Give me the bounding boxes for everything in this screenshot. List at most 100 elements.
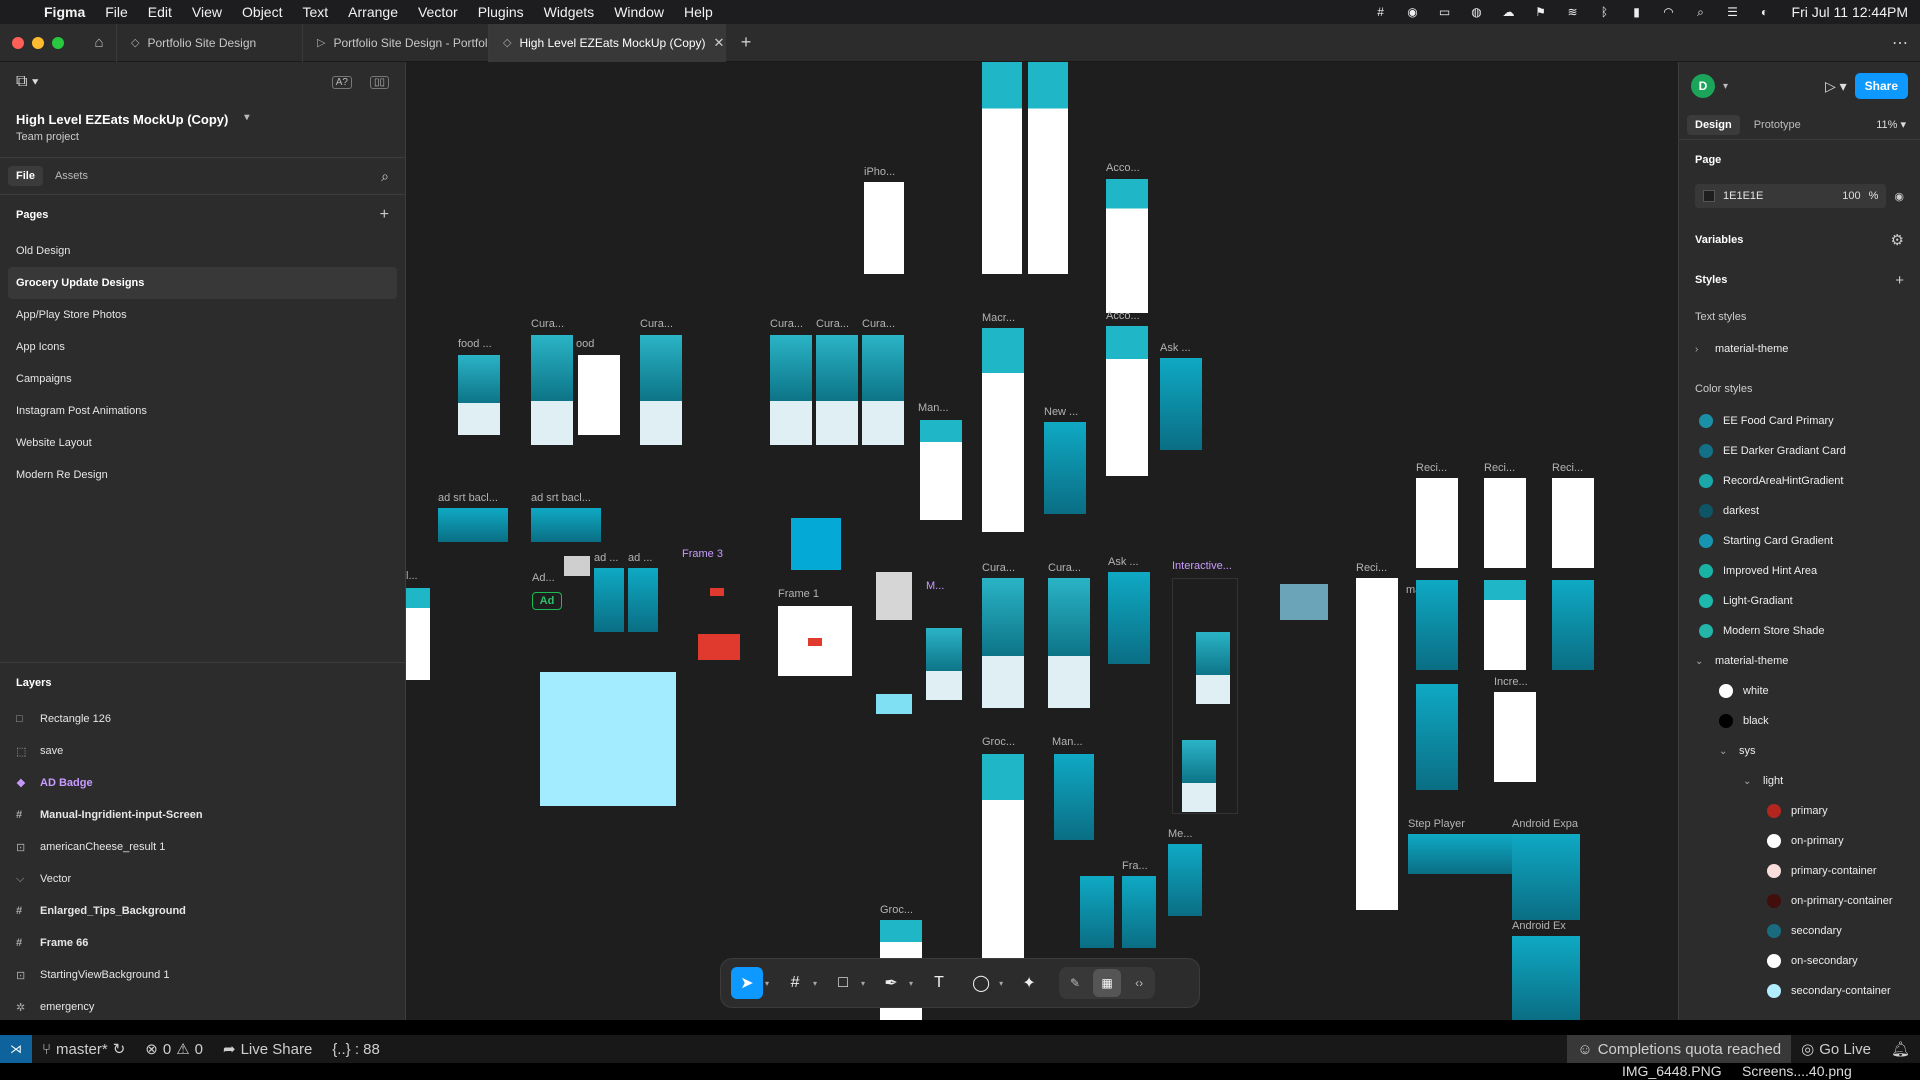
menu-text[interactable]: Text — [292, 4, 338, 20]
color-style-item[interactable]: primary-container — [1679, 856, 1920, 886]
frame-label[interactable]: Cura... — [531, 318, 564, 330]
menu-file[interactable]: File — [95, 4, 138, 20]
color-style-item[interactable]: on-secondary — [1679, 946, 1920, 976]
ad-badge[interactable]: Ad — [532, 592, 562, 610]
color-style-folder[interactable]: ⌄ sys — [1679, 736, 1920, 766]
color-style-item[interactable]: on-primary-container — [1679, 886, 1920, 916]
frame[interactable] — [1168, 844, 1202, 916]
menu-edit[interactable]: Edit — [138, 4, 182, 20]
bluetooth-icon[interactable]: ᛒ — [1596, 5, 1614, 19]
phone-frame[interactable] — [640, 335, 682, 445]
phone-frame[interactable] — [1484, 478, 1526, 568]
branch-status[interactable]: ⑂ master* ↻ — [32, 1040, 135, 1059]
actions-tool-icon[interactable]: ✦ — [1013, 967, 1045, 999]
frame-label[interactable]: Frame 1 — [778, 588, 819, 600]
layer-item[interactable]: # Frame 66 — [0, 927, 405, 959]
avatar[interactable]: D — [1691, 74, 1715, 98]
rectangle[interactable] — [698, 634, 740, 660]
frame-label[interactable]: Incre... — [1494, 676, 1528, 688]
page-item[interactable]: App Icons — [8, 331, 397, 363]
menu-widgets[interactable]: Widgets — [534, 4, 605, 20]
rectangle[interactable] — [710, 588, 724, 596]
layer-item[interactable]: ⬚ save — [0, 735, 405, 767]
page-item[interactable]: Old Design — [8, 235, 397, 267]
dev-mode-icon[interactable]: ‹› — [1125, 969, 1153, 997]
layer-item[interactable]: ✲ emergency — [0, 991, 405, 1023]
frame-label[interactable]: Cura... — [770, 318, 803, 330]
eye-icon[interactable]: ◉ — [1894, 190, 1904, 203]
design-mode-icon[interactable]: ▦ — [1093, 969, 1122, 997]
tab-assets[interactable]: Assets — [47, 166, 96, 186]
phone-frame[interactable] — [1416, 580, 1458, 670]
frame-label[interactable]: Reci... — [1484, 462, 1515, 474]
color-style-item[interactable]: Improved Hint Area — [1679, 556, 1920, 586]
phone-frame[interactable] — [1416, 478, 1458, 568]
phone-frame[interactable] — [864, 182, 904, 274]
frame-label[interactable]: l... — [406, 570, 418, 582]
present-icon[interactable]: ▷ ▾ — [1825, 78, 1847, 95]
record-icon[interactable]: ◉ — [1404, 5, 1422, 19]
phone-frame[interactable] — [816, 335, 858, 445]
menu-clock[interactable]: Fri Jul 11 12:44PM — [1788, 4, 1908, 20]
frame-label[interactable]: Groc... — [880, 904, 913, 916]
frame-label[interactable]: Cura... — [982, 562, 1015, 574]
color-style-item[interactable]: primary — [1679, 796, 1920, 826]
chevron-down-icon[interactable]: ▾ — [909, 979, 913, 988]
remote-icon[interactable]: ⋊ — [0, 1035, 32, 1063]
close-window-button[interactable] — [12, 36, 24, 49]
braces-status[interactable]: {..} : 88 — [322, 1041, 390, 1058]
frame-label[interactable]: Fra... — [1122, 860, 1148, 872]
problems-status[interactable]: ⊗ 0 ⚠ 0 — [135, 1040, 213, 1059]
frame-label[interactable]: Ask ... — [1160, 342, 1191, 354]
layer-item[interactable]: ⊡ americanCheese_result 1 — [0, 831, 405, 863]
frame-label[interactable]: Android Ex — [1512, 920, 1566, 932]
frame-label[interactable]: ood — [576, 338, 594, 350]
phone-frame[interactable] — [926, 628, 962, 700]
phone-frame[interactable] — [920, 420, 962, 520]
menu-plugins[interactable]: Plugins — [468, 4, 534, 20]
phone-frame[interactable] — [1106, 326, 1148, 476]
color-style-item[interactable]: Starting Card Gradient — [1679, 526, 1920, 556]
frame-label[interactable]: Cura... — [862, 318, 895, 330]
frame[interactable] — [1122, 876, 1156, 948]
frame[interactable] — [1512, 834, 1580, 920]
component-label[interactable]: M... — [926, 580, 944, 592]
frame-label[interactable]: Me... — [1168, 828, 1192, 840]
close-tab-icon[interactable]: ✕ — [714, 35, 725, 51]
live-share-button[interactable]: ➦ Live Share — [213, 1040, 322, 1059]
page-color-value[interactable]: 1E1E1E — [1723, 190, 1763, 202]
bell-icon[interactable]: 🔔︎ — [1881, 1040, 1920, 1058]
project-title[interactable]: High Level EZEats MockUp (Copy) ▾ — [0, 102, 405, 127]
color-style-folder[interactable]: ⌄ light — [1679, 766, 1920, 796]
page-item[interactable]: Instagram Post Animations — [8, 395, 397, 427]
phone-frame[interactable] — [1416, 684, 1458, 790]
layer-item[interactable]: ⊡ StartingViewBackground 1 — [0, 959, 405, 991]
phone-frame[interactable] — [982, 328, 1024, 532]
frame-label[interactable]: Cura... — [816, 318, 849, 330]
menu-app[interactable]: Figma — [34, 4, 95, 20]
phone-frame[interactable] — [1196, 632, 1230, 704]
page-item[interactable]: Website Layout — [8, 427, 397, 459]
desktop-file-label[interactable]: Screens....40.png — [1742, 1063, 1852, 1079]
frame-label[interactable]: Step Player — [1408, 818, 1465, 830]
page-opacity-value[interactable]: 100 — [1842, 190, 1860, 202]
frame-label[interactable]: New ... — [1044, 406, 1078, 418]
rectangle[interactable] — [791, 518, 841, 570]
page-item[interactable]: App/Play Store Photos — [8, 299, 397, 331]
color-style-item[interactable]: EE Darker Gradiant Card — [1679, 436, 1920, 466]
frame-tool-icon[interactable]: # — [779, 967, 811, 999]
frame[interactable] — [1512, 936, 1580, 1020]
page-item-selected[interactable]: Grocery Update Designs — [8, 267, 397, 299]
text-tool-icon[interactable]: T — [923, 967, 955, 999]
color-style-item[interactable]: on-primary — [1679, 826, 1920, 856]
rectangle[interactable] — [564, 556, 590, 576]
image-placeholder[interactable] — [876, 572, 912, 620]
tab-portfolio-site-design[interactable]: ◇ Portfolio Site Design — [116, 23, 302, 62]
tab-prototype[interactable]: Prototype — [1746, 115, 1809, 135]
color-style-item[interactable]: darkest — [1679, 496, 1920, 526]
color-style-item[interactable]: secondary — [1679, 916, 1920, 946]
phone-frame[interactable] — [458, 355, 500, 435]
frame-label[interactable]: ad srt bacl... — [531, 492, 591, 504]
frame-label[interactable]: Macr... — [982, 312, 1015, 324]
phone-frame[interactable] — [982, 578, 1024, 708]
